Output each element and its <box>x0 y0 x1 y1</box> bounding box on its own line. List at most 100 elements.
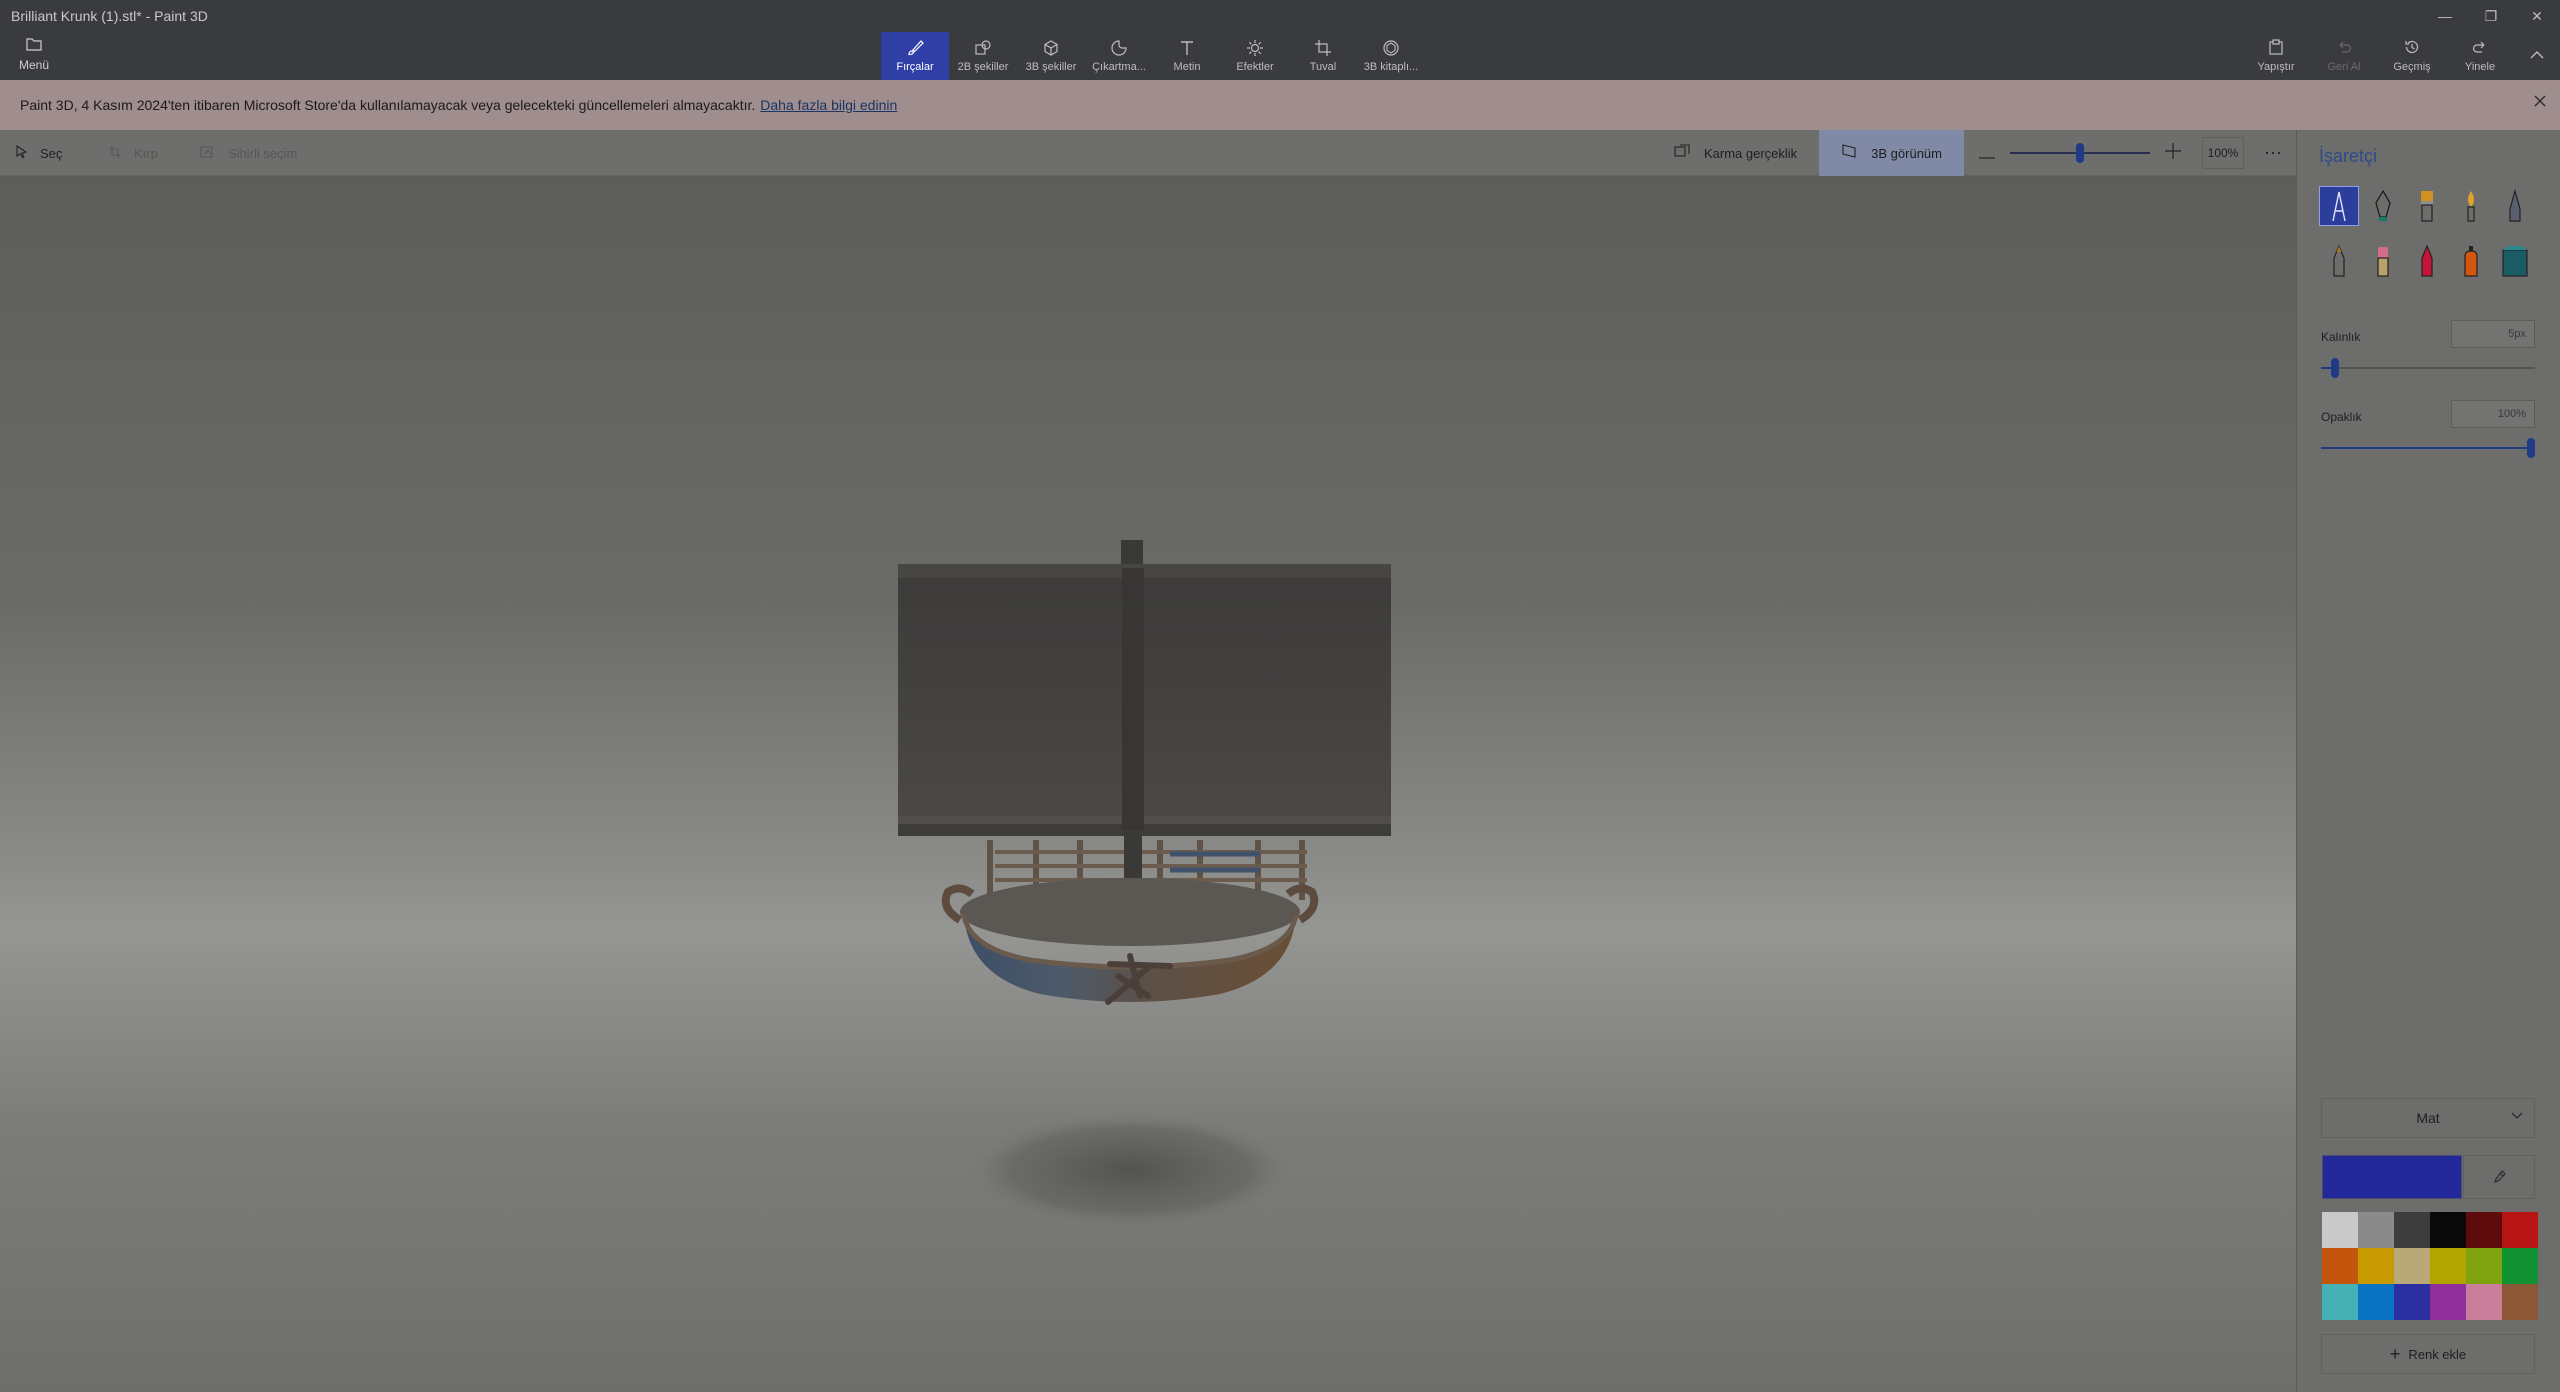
history-button[interactable]: Geçmiş <box>2378 32 2446 80</box>
brush-calligraphy[interactable] <box>2363 186 2403 226</box>
tool-label: 3B şekiller <box>1025 61 1077 73</box>
crayon-icon <box>2421 244 2433 277</box>
mixed-reality-button[interactable]: Karma gerçeklik <box>1652 130 1819 176</box>
select-button[interactable]: Seç <box>16 130 62 176</box>
brush-grid <box>2319 186 2543 281</box>
tool-label: Fırçalar <box>896 61 934 73</box>
thickness-slider[interactable] <box>2321 358 2535 378</box>
color-swatch[interactable] <box>2394 1212 2430 1248</box>
brush-eraser[interactable] <box>2363 241 2403 281</box>
plus-icon <box>2165 142 2181 165</box>
cursor-icon <box>16 144 28 162</box>
magic-select-button[interactable]: Sihirli seçim <box>200 130 297 176</box>
brush-watercolor[interactable] <box>2451 186 2491 226</box>
ship-model[interactable] <box>898 540 1391 1005</box>
deprecation-banner: Paint 3D, 4 Kasım 2024'ten itibaren Micr… <box>0 80 2560 130</box>
magic-select-icon <box>200 145 216 162</box>
color-swatch[interactable] <box>2466 1212 2502 1248</box>
finish-dropdown[interactable]: Mat <box>2321 1098 2535 1138</box>
3d-cube-icon <box>1042 39 1060 61</box>
color-swatch[interactable] <box>2322 1248 2358 1284</box>
chevron-up-icon <box>2529 47 2545 65</box>
tool-3d-shapes[interactable]: 3B şekiller <box>1017 32 1085 80</box>
color-swatch[interactable] <box>2322 1284 2358 1320</box>
tool-stickers[interactable]: Çıkartma... <box>1085 32 1153 80</box>
panel-title: İşaretçi <box>2319 146 2378 166</box>
tool-label: 3B kitaplı... <box>1363 61 1419 73</box>
brush-oil[interactable] <box>2407 186 2447 226</box>
tool-canvas[interactable]: Tuval <box>1289 32 1357 80</box>
eyedropper-button[interactable] <box>2463 1155 2535 1199</box>
crop-button[interactable]: Kırp <box>108 130 158 176</box>
close-window-button[interactable]: ✕ <box>2514 0 2560 32</box>
history-label: Geçmiş <box>2393 61 2431 73</box>
3d-view-button[interactable]: 3B görünüm <box>1819 130 1964 176</box>
minimize-button[interactable]: — <box>2422 0 2468 32</box>
more-options-button[interactable]: ⋯ <box>2250 130 2296 176</box>
undo-icon <box>2336 39 2352 61</box>
folder-icon <box>26 36 42 58</box>
more-icon: ⋯ <box>2264 142 2282 163</box>
color-swatch[interactable] <box>2502 1212 2538 1248</box>
tool-2d-shapes[interactable]: 2B şekiller <box>949 32 1017 80</box>
color-swatch[interactable] <box>2394 1248 2430 1284</box>
magic-select-label: Sihirli seçim <box>228 145 298 161</box>
color-swatch[interactable] <box>2430 1248 2466 1284</box>
opacity-slider-thumb[interactable] <box>2527 438 2535 458</box>
brush-crayon[interactable] <box>2407 241 2447 281</box>
redo-button[interactable]: Yinele <box>2446 32 2514 80</box>
color-swatch[interactable] <box>2358 1284 2394 1320</box>
zoom-level[interactable]: 100% <box>2202 137 2244 169</box>
tool-brushes[interactable]: Fırçalar <box>881 32 949 80</box>
color-swatch[interactable] <box>2358 1248 2394 1284</box>
paint-3d-window: Brilliant Krunk (1).stl* - Paint 3D — ❐ … <box>0 0 2560 1392</box>
canvas-3d-viewport[interactable] <box>0 176 2296 1392</box>
tool-label: Çıkartma... <box>1092 61 1146 73</box>
menu-label: Menü <box>18 58 50 72</box>
zoom-in-button[interactable] <box>2150 130 2196 176</box>
selection-toolbar: Seç Kırp Sihirli seçim Karma gerçeklik 3… <box>0 130 2296 176</box>
brush-pixel-pen[interactable] <box>2495 186 2535 226</box>
color-swatch[interactable] <box>2430 1284 2466 1320</box>
tool-effects[interactable]: Efektler <box>1221 32 1289 80</box>
color-swatch[interactable] <box>2502 1284 2538 1320</box>
brush-spray-can[interactable] <box>2451 241 2491 281</box>
tool-label: Metin <box>1173 61 1201 73</box>
thickness-slider-thumb[interactable] <box>2331 358 2339 378</box>
3d-model-viewport-svg <box>898 540 1391 1230</box>
brush-pencil[interactable] <box>2319 241 2359 281</box>
sticker-icon <box>1110 39 1128 61</box>
paste-icon <box>2268 39 2284 61</box>
undo-button[interactable]: Geri Al <box>2310 32 2378 80</box>
color-swatch[interactable] <box>2358 1212 2394 1248</box>
color-swatch[interactable] <box>2466 1248 2502 1284</box>
zoom-slider-thumb[interactable] <box>2076 143 2084 163</box>
thickness-label: Kalınlık <box>2321 330 2361 344</box>
banner-link[interactable]: Daha fazla bilgi edinin <box>760 97 897 113</box>
color-swatch[interactable] <box>2394 1284 2430 1320</box>
opacity-input[interactable]: 100% <box>2451 400 2535 428</box>
opacity-slider[interactable] <box>2321 438 2535 458</box>
thickness-input[interactable]: 5px <box>2451 320 2535 348</box>
finish-value: Mat <box>2416 1110 2440 1126</box>
brush-fill[interactable] <box>2495 241 2535 281</box>
color-swatch[interactable] <box>2502 1248 2538 1284</box>
add-color-button[interactable]: + Renk ekle <box>2321 1334 2535 1374</box>
tool-3d-library[interactable]: 3B kitaplı... <box>1357 32 1425 80</box>
banner-close-button[interactable] <box>2534 94 2546 112</box>
maximize-button[interactable]: ❐ <box>2468 0 2514 32</box>
collapse-ribbon-button[interactable] <box>2514 32 2560 80</box>
3d-view-label: 3B görünüm <box>1871 145 1942 161</box>
paste-button[interactable]: Yapıştır <box>2242 32 2310 80</box>
zoom-out-button[interactable] <box>1964 130 2010 176</box>
tool-label: 2B şekiller <box>957 61 1009 73</box>
brush-marker[interactable] <box>2319 186 2359 226</box>
menu-button[interactable]: Menü <box>12 36 56 76</box>
zoom-slider[interactable] <box>2010 130 2150 176</box>
2d-shapes-icon <box>974 39 992 61</box>
color-swatch[interactable] <box>2322 1212 2358 1248</box>
current-color-swatch[interactable] <box>2322 1155 2462 1199</box>
color-swatch[interactable] <box>2430 1212 2466 1248</box>
tool-text[interactable]: Metin <box>1153 32 1221 80</box>
color-swatch[interactable] <box>2466 1284 2502 1320</box>
